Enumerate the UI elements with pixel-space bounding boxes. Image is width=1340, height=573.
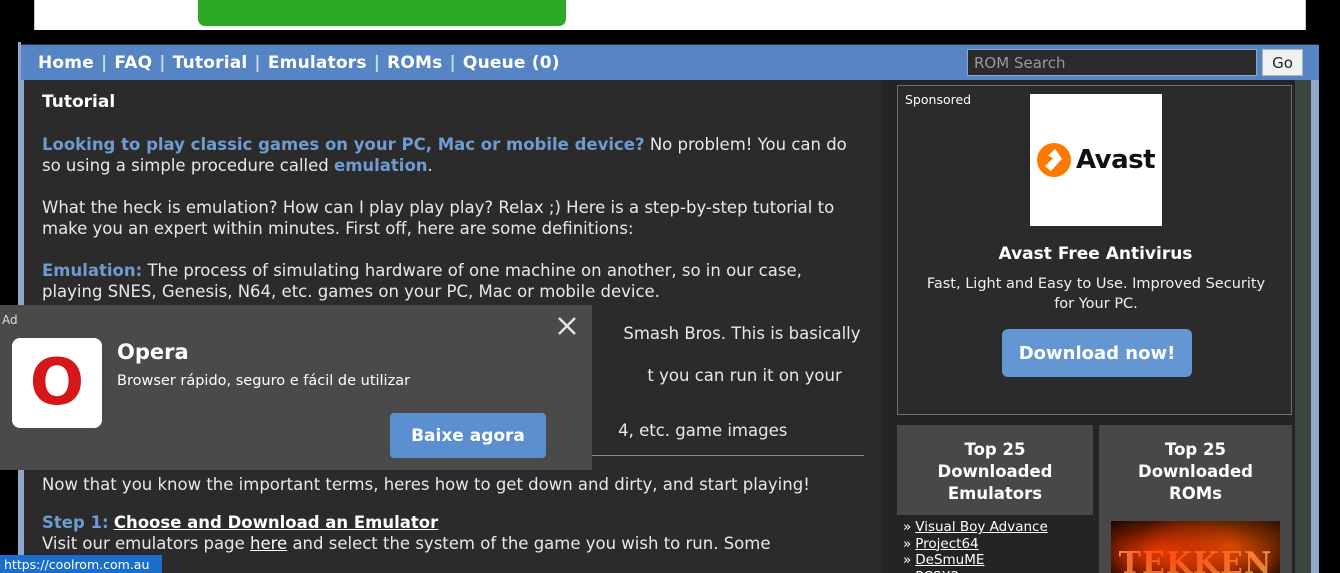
status-bar-url: https://coolrom.com.au: [4, 556, 150, 572]
list-item[interactable]: » Project64: [903, 536, 1093, 553]
definition-emulation: Emulation: The process of simulating har…: [42, 260, 864, 302]
top25-emulators-panel: Top 25 Downloaded Emulators » Visual Boy …: [897, 425, 1093, 573]
nav-item-emulators[interactable]: Emulators: [268, 53, 367, 73]
intro-paragraph: Looking to play classic games on your PC…: [42, 134, 864, 176]
nav-separator: |: [373, 53, 381, 73]
emulation-link[interactable]: emulation: [334, 156, 428, 175]
transition-paragraph: Now that you know the important terms, h…: [42, 475, 810, 494]
chevron-right-icon: »: [903, 569, 911, 573]
nav-item-home[interactable]: Home: [38, 53, 94, 73]
top25-roms-panel: Top 25 Downloaded ROMs TEKKEN: [1099, 425, 1292, 573]
list-item[interactable]: » Visual Boy Advance: [903, 519, 1093, 536]
chevron-right-icon: »: [903, 519, 912, 535]
definition-tail-2: t you can run it on your: [647, 366, 842, 385]
nav-item-roms[interactable]: ROMs: [387, 53, 442, 73]
opera-ad-title: Opera: [117, 340, 189, 364]
chevron-right-icon: »: [903, 535, 912, 552]
avast-logo: Avast: [1036, 143, 1156, 177]
black-divider-bar: [0, 30, 1340, 42]
intro-headline-link[interactable]: Looking to play classic games on your PC…: [42, 135, 645, 154]
opera-ad-subtitle: Browser rápido, seguro e fácil de utiliz…: [117, 373, 411, 389]
nav-separator: |: [100, 53, 108, 73]
sidebar-column: Sponsored Avast Avast Free Antivirus Fas…: [882, 80, 1319, 573]
sponsored-description: Fast, Light and Easy to Use. Improved Se…: [926, 276, 1266, 312]
step-1-heading: Step 1: Choose and Download an Emulator: [42, 513, 864, 532]
step-1-link[interactable]: Choose and Download an Emulator: [114, 513, 438, 532]
avast-logo-image: Avast: [1030, 94, 1162, 226]
emulator-link[interactable]: Visual Boy Advance: [915, 519, 1048, 535]
intro-period: .: [427, 156, 433, 175]
sponsored-title: Avast Free Antivirus: [998, 244, 1193, 264]
search-input[interactable]: [967, 49, 1257, 76]
opera-logo-icon: O: [12, 338, 102, 428]
opera-ad-overlay[interactable]: Ad O Opera Browser rápido, seguro e fáci…: [0, 305, 592, 470]
avast-wordmark: Avast: [1075, 145, 1156, 175]
step-1-body-b: and select the system of the game you wi…: [287, 534, 771, 553]
sponsored-label: Sponsored: [905, 92, 972, 107]
nav-separator: |: [449, 53, 456, 73]
page-scrollbar-thumb[interactable]: [1311, 80, 1319, 573]
tekken-glow-effect: [1111, 521, 1280, 573]
nav-separator: |: [254, 53, 261, 73]
top25-emulators-heading: Top 25 Downloaded Emulators: [937, 440, 1053, 503]
search-area: Go: [967, 49, 1303, 76]
nav-separator: |: [159, 53, 166, 73]
sponsored-ad-box[interactable]: Sponsored Avast Avast Free Antivirus Fas…: [897, 85, 1292, 415]
top25-roms-heading: Top 25 Downloaded ROMs: [1138, 440, 1253, 503]
ad-label: Ad: [2, 313, 18, 327]
emulators-page-link[interactable]: here: [250, 534, 287, 553]
browser-page: Home | FAQ | Tutorial | Emulators | ROMs…: [0, 0, 1340, 573]
chevron-right-icon: »: [903, 552, 912, 568]
definition-tail-3: 4, etc. game images: [618, 421, 788, 440]
top25-emulators-list: » Visual Boy Advance » Project64 » DeSmuME …: [897, 515, 1093, 573]
green-banner-ad[interactable]: [198, 0, 566, 26]
definition-text: The process of simulating hardware of on…: [42, 261, 802, 301]
opera-download-button[interactable]: Baixe agora: [390, 413, 546, 458]
right-gutter: [1319, 0, 1340, 573]
nav-item-queue[interactable]: Queue (0): [463, 53, 560, 73]
search-go-button[interactable]: Go: [1262, 49, 1303, 76]
rom-thumbnail[interactable]: TEKKEN: [1111, 521, 1280, 573]
step-1-body-a: Visit our emulators page: [42, 534, 251, 553]
avast-swoosh-icon: [1036, 143, 1071, 177]
nav-item-faq[interactable]: FAQ: [114, 53, 152, 73]
close-icon[interactable]: [554, 313, 580, 339]
emulator-link[interactable]: DeSmuME: [915, 552, 984, 568]
site-navbar: Home | FAQ | Tutorial | Emulators | ROMs…: [21, 44, 1319, 80]
list-item[interactable]: » DeSmuME: [903, 552, 1093, 569]
emulator-link[interactable]: PCSX2: [915, 569, 959, 573]
emulator-link[interactable]: Project64: [915, 536, 978, 552]
close-x-glyph: [558, 317, 576, 335]
status-bar: https://coolrom.com.au: [0, 555, 162, 573]
opera-o-glyph: O: [29, 346, 85, 420]
page-title: Tutorial: [42, 92, 116, 112]
sponsored-download-button[interactable]: Download now!: [1002, 329, 1192, 377]
nav-item-tutorial[interactable]: Tutorial: [173, 53, 248, 73]
definition-term: Emulation:: [42, 261, 143, 280]
step-1-body: Visit our emulators page here and select…: [42, 533, 864, 554]
explainer-paragraph: What the heck is emulation? How can I pl…: [42, 198, 835, 238]
nav-links: Home | FAQ | Tutorial | Emulators | ROMs…: [38, 45, 560, 81]
step-1-label: Step 1:: [42, 513, 109, 532]
list-item[interactable]: » PCSX2: [903, 569, 1093, 573]
top-banner-strip: [34, 0, 1306, 30]
